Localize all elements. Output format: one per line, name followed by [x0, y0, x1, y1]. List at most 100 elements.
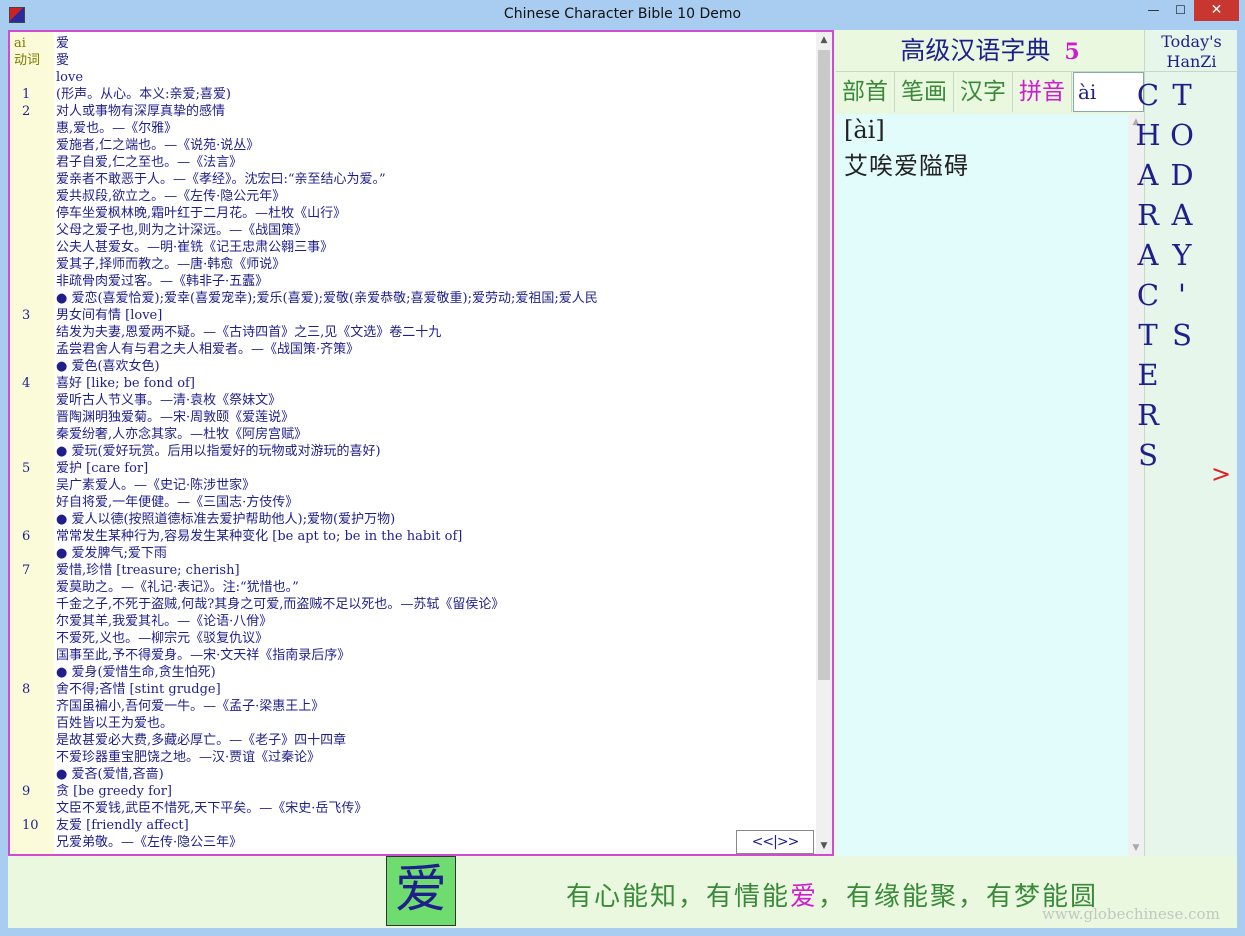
minimize-button[interactable]: —: [1140, 0, 1167, 21]
window-title: Chinese Character Bible 10 Demo: [503, 6, 742, 22]
entry-line: 爱护 [care for]: [56, 461, 149, 476]
sense-number: [14, 120, 50, 137]
sense-number: [14, 256, 50, 273]
sense-number: [14, 613, 50, 630]
entry-line: 百姓皆以王为爱也。: [56, 716, 174, 731]
bottom-bar: 爱 有心能知，有情能爱，有缘能聚，有梦能圆 www.globechinese.c…: [8, 856, 1237, 928]
tab-radical[interactable]: 部首: [836, 72, 895, 112]
entry-line: 男女间有情 [love]: [56, 308, 163, 323]
scroll-thumb[interactable]: [818, 50, 830, 680]
entry-line: 愛: [56, 53, 70, 68]
entry-panel[interactable]: ai 爱动词愛 love 1 (形声。从心。本义:亲爱;喜爱) 2 对人或事物有深厚真挚的感…: [8, 30, 834, 856]
scroll-down-arrow-icon[interactable]: ▼: [816, 838, 832, 854]
sense-number: [14, 630, 50, 647]
result-characters[interactable]: 艾唉爱隘碍: [844, 146, 969, 181]
entry-line: ● 爱色(喜欢女色): [56, 359, 160, 374]
sense-number: [14, 137, 50, 154]
sense-number: [14, 341, 50, 358]
sense-number: [14, 545, 50, 562]
sense-number: [14, 698, 50, 715]
sense-number: [14, 171, 50, 188]
entry-line: 父母之爱子也,则为之计深远。—《战国策》: [56, 223, 308, 238]
sense-number: [14, 494, 50, 511]
dictionary-title-text: 高级汉语字典: [900, 36, 1051, 65]
entry-line: 公夫人甚爱女。—明·崔铣《记王忠肃公翱三事》: [56, 240, 334, 255]
entry-line: love: [56, 70, 84, 85]
close-button[interactable]: ✕: [1194, 0, 1239, 21]
sense-number: [14, 800, 50, 817]
sense-number: [14, 664, 50, 681]
sense-number: [14, 647, 50, 664]
entry-line: 文臣不爱钱,武臣不惜死,天下平矣。—《宋史·岳飞传》: [56, 801, 368, 816]
sense-number: [14, 834, 50, 851]
entry-line: 秦爱纷奢,人亦念其家。—杜牧《阿房宫赋》: [56, 427, 308, 442]
entry-line: 兄爱弟敬。—《左传·隐公三年》: [56, 835, 243, 850]
search-result-panel[interactable]: [ài] 艾唉爱隘碍 ▲ ▼: [836, 114, 1144, 856]
sense-number: 1: [22, 87, 31, 102]
todays-hanzi-panel: Today's HanZi TODAY'S CHARACTERS >: [1131, 30, 1238, 856]
sense-number: [14, 324, 50, 341]
entry-line: ● 爱身(爱惜生命,贪生怕死): [56, 665, 216, 680]
sense-number: 9: [22, 784, 31, 799]
sense-number: [14, 426, 50, 443]
sense-number: 4: [22, 376, 31, 391]
next-arrow-icon[interactable]: >: [1211, 460, 1231, 488]
entry-line: 惠,爱也。—《尔雅》: [56, 121, 178, 136]
sense-number: [14, 154, 50, 171]
entry-line: (形声。从心。本义:亲爱;喜爱): [56, 87, 231, 102]
sense-number: 8: [22, 682, 31, 697]
entry-line: 常常发生某种行为,容易发生某种变化 [be apt to; be in the …: [56, 529, 463, 544]
entry-line: 爱听古人节义事。—清·袁枚《祭妹文》: [56, 393, 282, 408]
entry-line: 喜好 [like; be fond of]: [56, 376, 195, 391]
title-bar: Chinese Character Bible 10 Demo — ☐ ✕: [0, 0, 1245, 30]
entry-line: 不爱珍器重宝肥饶之地。—汉·贾谊《过秦论》: [56, 750, 321, 765]
entry-line: 国事至此,予不得爱身。—宋·文天祥《指南录后序》: [56, 648, 351, 663]
sense-number: 5: [22, 461, 31, 476]
motto-text: 有心能知，有情能爱，有缘能聚，有梦能圆: [566, 876, 1098, 913]
entry-line: ● 爱人以德(按照道德标准去爱护帮助他人);爱物(爱护万物): [56, 512, 396, 527]
sense-number: ai: [14, 36, 26, 51]
motto-part-1: 有心能知，有情能: [566, 882, 791, 912]
scroll-up-arrow-icon[interactable]: ▲: [816, 32, 832, 48]
sense-number: [14, 358, 50, 375]
sense-number: [14, 239, 50, 256]
tab-pinyin[interactable]: 拼音: [1013, 72, 1072, 112]
entry-line: 孟尝君舍人有与君之夫人相爱者。—《战国策·齐策》: [56, 342, 360, 357]
scroll-down-arrow-icon[interactable]: ▼: [1128, 840, 1144, 856]
sense-number: 6: [22, 529, 31, 544]
sense-number: 动词: [14, 53, 41, 68]
website-watermark: www.globechinese.com: [1042, 905, 1220, 923]
todays-characters-label[interactable]: TODAY'S CHARACTERS: [1131, 78, 1199, 768]
entry-line: 友爱 [friendly affect]: [56, 818, 189, 833]
entry-line: 千金之子,不死于盗贼,何哉?其身之可爱,而盗贼不足以死也。—苏轼《留侯论》: [56, 597, 505, 612]
entry-line: ● 爱玩(爱好玩赏。后用以指爱好的玩物或对游玩的喜好): [56, 444, 381, 459]
current-character-tile[interactable]: 爱: [386, 856, 456, 926]
sense-number: [14, 766, 50, 783]
sense-number: 7: [22, 563, 31, 578]
sense-number: [14, 205, 50, 222]
sense-number: [14, 273, 50, 290]
entry-line: ● 爱吝(爱惜,吝啬): [56, 767, 164, 782]
entry-line: 爱共叔段,欲立之。—《左传·隐公元年》: [56, 189, 286, 204]
tab-strokes[interactable]: 笔画: [895, 72, 954, 112]
app-client: ai 爱动词愛 love 1 (形声。从心。本义:亲爱;喜爱) 2 对人或事物有深厚真挚的感…: [8, 30, 1238, 928]
dictionary-edition: 5: [1064, 39, 1080, 65]
entry-line: 不爱死,义也。—柳宗元《驳复仇议》: [56, 631, 269, 646]
entry-line: 尔爱其羊,我爱其礼。—《论语·八佾》: [56, 614, 273, 629]
sense-number: [14, 290, 50, 307]
tab-hanzi[interactable]: 汉字: [954, 72, 1013, 112]
todays-hanzi-header: Today's HanZi: [1145, 30, 1238, 72]
entry-line: 是故甚爱必大费,多藏必厚亡。—《老子》四十四章: [56, 733, 347, 748]
pager-control[interactable]: <<|>>: [736, 830, 814, 854]
entry-line: 齐国虽褊小,吾何爱一牛。—《孟子·梁惠王上》: [56, 699, 325, 714]
sense-number: [14, 188, 50, 205]
dictionary-title: 高级汉语字典 5: [836, 30, 1144, 72]
entry-line: ● 爱恋(喜爱恰爱);爱幸(喜爱宠幸);爱乐(喜爱);爱敬(亲爱恭敬;喜爱敬重)…: [56, 291, 598, 306]
entry-line: 爱莫助之。—《礼记·表记》。注:“犹惜也。”: [56, 580, 299, 595]
entry-line: 非疏骨肉爱过客。—《韩非子·五蠹》: [56, 274, 269, 289]
sense-number: [14, 477, 50, 494]
entry-line: 爱施者,仁之端也。—《说苑·说丛》: [56, 138, 260, 153]
entry-scrollbar[interactable]: ▲ ▼: [816, 32, 832, 854]
maximize-button[interactable]: ☐: [1167, 0, 1194, 21]
sense-number: [14, 715, 50, 732]
